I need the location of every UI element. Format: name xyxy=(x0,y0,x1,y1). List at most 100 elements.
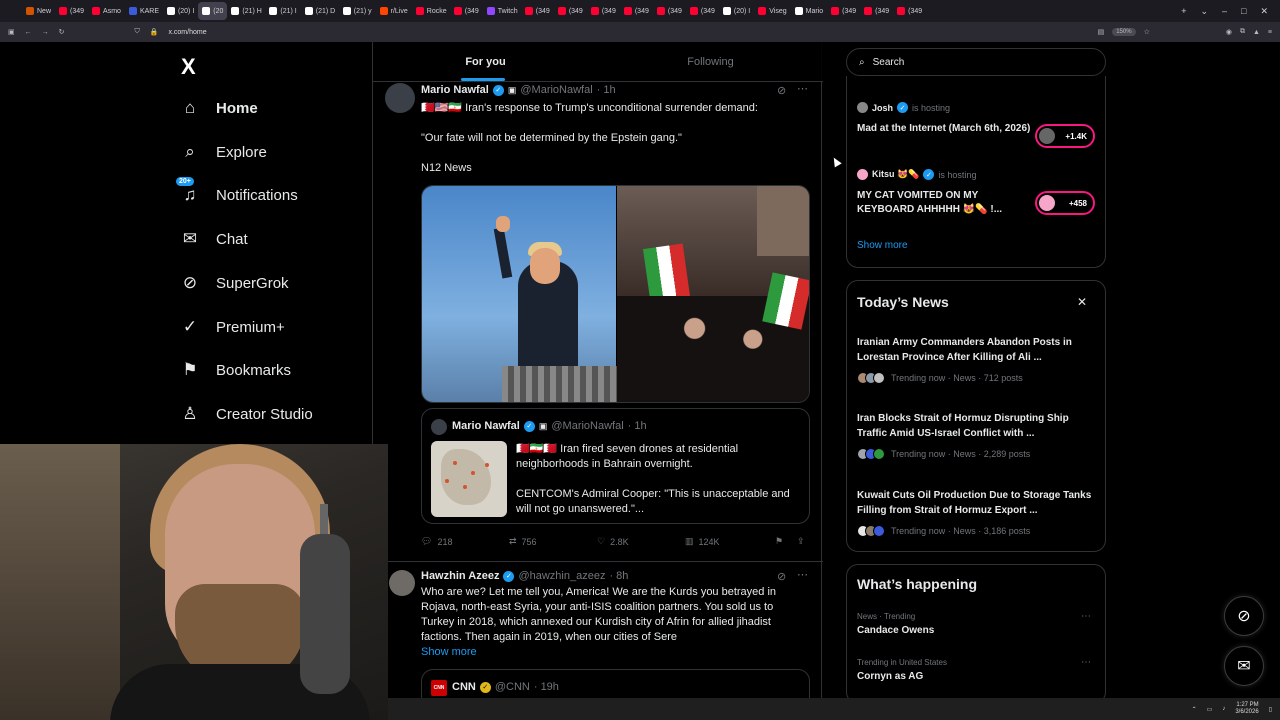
maximize-icon[interactable]: □ xyxy=(1241,6,1246,17)
x-logo[interactable]: X xyxy=(181,54,196,80)
news-title[interactable]: Iran Blocks Strait of Hormuz Disrupting … xyxy=(857,411,1099,441)
avatar[interactable] xyxy=(389,570,415,596)
nav-explore[interactable]: ⌕ Explore xyxy=(180,142,267,162)
browser-tab[interactable]: (21) y xyxy=(339,2,376,20)
avatar[interactable] xyxy=(385,83,415,113)
browser-tab[interactable]: (20 xyxy=(198,2,228,20)
share-button[interactable]: ⇪ xyxy=(797,536,805,547)
space-listeners-button[interactable]: +458 xyxy=(1035,191,1095,215)
reload-icon[interactable]: ↻ xyxy=(59,28,65,36)
browser-tab[interactable]: r/Live xyxy=(376,2,412,20)
host-name[interactable]: Josh xyxy=(872,103,893,113)
browser-tab[interactable]: (349 xyxy=(653,2,686,20)
sidebar-toggle-icon[interactable]: ▣ xyxy=(8,28,15,36)
browser-tab[interactable]: (349 xyxy=(827,2,860,20)
nav-home[interactable]: ⌂ Home xyxy=(180,98,258,118)
browser-tab[interactable]: (349 xyxy=(860,2,893,20)
forward-icon[interactable]: → xyxy=(42,29,49,36)
show-more-link[interactable]: Show more xyxy=(421,646,477,658)
browser-tab[interactable]: (20) I xyxy=(163,2,198,20)
author-name[interactable]: Mario Nawfal xyxy=(421,84,489,96)
browser-tab[interactable]: (21) D xyxy=(301,2,339,20)
new-tab-icon[interactable]: + xyxy=(1181,6,1186,17)
tweet-time[interactable]: · 8h xyxy=(609,570,628,582)
shield-icon[interactable]: ⛉ xyxy=(135,28,140,36)
browser-tab[interactable]: (349 xyxy=(620,2,653,20)
more-icon[interactable]: ⋯ xyxy=(1081,657,1091,668)
media-photo-right[interactable] xyxy=(617,186,809,402)
quoted-tweet[interactable]: Mario Nawfal ✓ ▣ @MarioNawfal · 1h 🇧🇭🇮🇷🇧… xyxy=(421,408,810,524)
repost-button[interactable]: ⇄ 756 xyxy=(509,536,597,547)
news-title[interactable]: Kuwait Cuts Oil Production Due to Storag… xyxy=(857,488,1099,518)
browser-tab[interactable]: (349 xyxy=(587,2,620,20)
extensions-icon[interactable]: ⧉ xyxy=(1240,28,1245,36)
like-button[interactable]: ♡ 2.8K xyxy=(597,536,685,547)
reader-icon[interactable]: ▤ xyxy=(1098,28,1105,36)
tab-following[interactable]: Following xyxy=(598,42,823,81)
media-photo-left[interactable] xyxy=(422,186,622,402)
tab-list-icon[interactable]: ⌄ xyxy=(1200,6,1208,17)
extension-icon[interactable]: ▲ xyxy=(1253,29,1260,36)
grok-icon[interactable]: ⊘ xyxy=(777,570,786,583)
more-icon[interactable]: ⋯ xyxy=(797,568,808,581)
browser-tab[interactable]: Rocke xyxy=(412,2,450,20)
browser-tab[interactable]: Asmo xyxy=(88,2,125,20)
browser-tab[interactable]: (20) I xyxy=(719,2,754,20)
space-listeners-button[interactable]: +1.4K xyxy=(1035,124,1095,148)
author-name[interactable]: Hawzhin Azeez xyxy=(421,570,499,582)
quote-map-image[interactable] xyxy=(431,441,507,517)
browser-tab[interactable]: (349 xyxy=(55,2,88,20)
browser-tab[interactable]: Twitch xyxy=(483,2,521,20)
browser-tab[interactable]: (349 xyxy=(893,2,926,20)
url-field[interactable]: x.com/home xyxy=(168,29,206,36)
space-title[interactable]: Mad at the Internet (March 6th, 2026) xyxy=(857,122,1032,136)
host-name[interactable]: Kitsu 😻💊 xyxy=(872,169,919,180)
notifications-tray-icon[interactable]: ▯ xyxy=(1269,706,1272,713)
volume-icon[interactable]: ♪ xyxy=(1222,706,1225,712)
messages-fab-button[interactable]: ✉ xyxy=(1224,646,1264,686)
zoom-indicator[interactable]: 150% xyxy=(1112,28,1136,36)
close-icon[interactable]: ✕ xyxy=(1077,295,1087,309)
menu-icon[interactable]: ≡ xyxy=(1268,29,1272,36)
browser-tab[interactable]: KARE xyxy=(125,2,163,20)
news-title[interactable]: Iranian Army Commanders Abandon Posts in… xyxy=(857,335,1099,365)
network-icon[interactable]: ▭ xyxy=(1207,706,1213,713)
browser-tab[interactable]: Mario xyxy=(791,2,828,20)
trend-name[interactable]: Cornyn as AG xyxy=(857,671,923,682)
nav-creator-studio[interactable]: ♙ Creator Studio xyxy=(180,404,312,424)
close-window-icon[interactable]: ✕ xyxy=(1260,6,1268,17)
browser-tab[interactable]: New xyxy=(22,2,55,20)
nav-supergrok[interactable]: ⊘ SuperGrok xyxy=(180,273,289,293)
nav-bookmarks[interactable]: ⚑ Bookmarks xyxy=(180,360,291,380)
author-handle[interactable]: @hawzhin_azeez xyxy=(518,570,605,582)
minimize-icon[interactable]: – xyxy=(1222,6,1227,17)
browser-tab[interactable]: (349 xyxy=(450,2,483,20)
star-icon[interactable]: ☆ xyxy=(1144,28,1150,36)
more-icon[interactable]: ⋯ xyxy=(797,82,808,95)
nav-notifications[interactable]: ♫ 20+ Notifications xyxy=(176,177,298,205)
tray-chevron-icon[interactable]: ⌃ xyxy=(1192,706,1197,713)
reply-button[interactable]: 💬︎ 218 xyxy=(421,536,509,547)
browser-tab[interactable]: (21) I xyxy=(265,2,300,20)
author-handle[interactable]: @MarioNawfal xyxy=(520,84,592,96)
grok-fab-button[interactable]: ⊘ xyxy=(1224,596,1264,636)
bookmark-button[interactable]: ⚑ xyxy=(775,536,797,547)
account-icon[interactable]: ◉ xyxy=(1226,28,1232,36)
browser-tab[interactable]: (349 xyxy=(686,2,719,20)
browser-tab[interactable]: Viseg xyxy=(754,2,790,20)
nav-premium[interactable]: ✓ Premium+ xyxy=(180,317,285,337)
browser-tab[interactable]: (349 xyxy=(521,2,554,20)
clock[interactable]: 1:27 PM 3/6/2026 xyxy=(1235,702,1258,716)
tab-for-you[interactable]: For you xyxy=(373,42,598,81)
browser-tab[interactable]: (21) H xyxy=(227,2,265,20)
views-button[interactable]: ▥ 124K xyxy=(685,536,775,547)
tweet-time[interactable]: · 1h xyxy=(597,84,616,96)
search-input[interactable]: ⌕ Search xyxy=(846,48,1106,76)
spaces-show-more[interactable]: Show more xyxy=(857,240,908,251)
nav-chat[interactable]: ✉ Chat xyxy=(180,229,248,249)
more-icon[interactable]: ⋯ xyxy=(1081,611,1091,622)
space-title[interactable]: MY CAT VOMITED ON MY KEYBOARD AHHHHH 😻💊 … xyxy=(857,189,1032,217)
back-icon[interactable]: ← xyxy=(25,29,32,36)
trend-name[interactable]: Candace Owens xyxy=(857,625,934,636)
tweet-media[interactable] xyxy=(421,185,810,403)
